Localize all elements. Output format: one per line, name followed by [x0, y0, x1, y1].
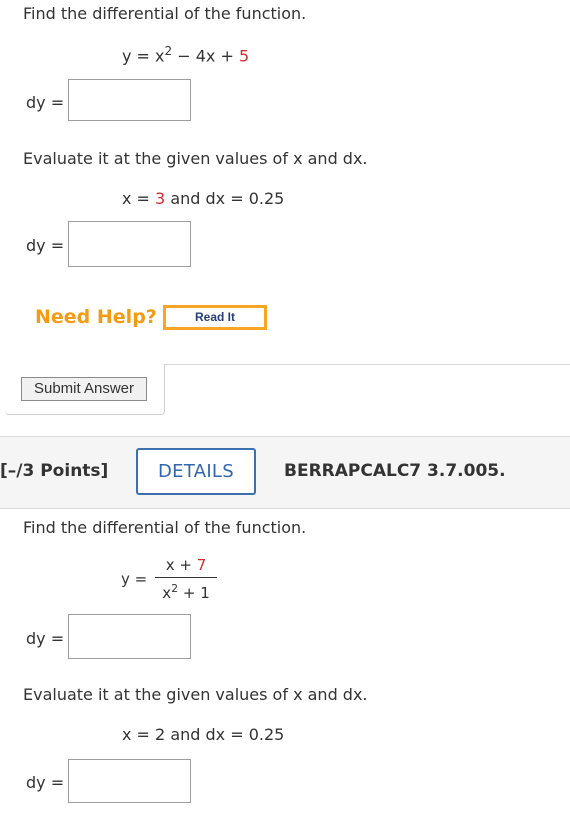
- given-values: x = 3 and dx = 0.25: [122, 189, 284, 208]
- denominator-base: x: [162, 584, 172, 602]
- equation-exponent: 2: [164, 44, 173, 58]
- points-label: [–/3 Points]: [0, 461, 109, 481]
- given-x-label: x =: [122, 189, 156, 208]
- read-it-button[interactable]: Read It: [163, 305, 267, 330]
- dy-answer-input[interactable]: [68, 614, 191, 659]
- question-prompt: Find the differential of the function.: [23, 4, 307, 23]
- dy-label: dy =: [26, 93, 65, 112]
- given-x-value: 3: [155, 189, 166, 208]
- evaluate-prompt: Evaluate it at the given values of x and…: [23, 685, 368, 704]
- equation-middle: − 4x +: [172, 46, 239, 66]
- fraction-numerator: x + 7: [155, 556, 217, 574]
- numerator-text: x +: [165, 556, 197, 574]
- equation-lhs: y = x: [122, 46, 165, 66]
- submit-answer-button[interactable]: Submit Answer: [21, 377, 147, 401]
- dy-label: dy =: [26, 773, 65, 792]
- numerator-constant: 7: [196, 556, 207, 574]
- question-prompt: Find the differential of the function.: [23, 518, 307, 537]
- fraction-bar: [155, 577, 217, 578]
- dy-label: dy =: [26, 629, 65, 648]
- dy-evaluated-input[interactable]: [68, 221, 191, 267]
- denominator-rest: + 1: [178, 584, 210, 602]
- need-help-label: Need Help?: [35, 306, 157, 328]
- dy-evaluated-input[interactable]: [68, 759, 191, 803]
- evaluate-prompt: Evaluate it at the given values of x and…: [23, 149, 368, 168]
- details-button[interactable]: DETAILS: [136, 448, 256, 495]
- dy-answer-input[interactable]: [68, 79, 191, 121]
- problem-code: BERRAPCALC7 3.7.005.: [284, 461, 506, 481]
- given-dx: and dx = 0.25: [165, 189, 285, 208]
- equation-constant: 5: [238, 46, 250, 66]
- equation-lhs: y =: [121, 570, 148, 588]
- function-equation: y = x2 − 4x + 5: [122, 44, 249, 65]
- read-it-label: Read It: [165, 307, 265, 328]
- given-values: x = 2 and dx = 0.25: [122, 725, 285, 744]
- dy-label: dy =: [26, 236, 65, 255]
- divider: [165, 364, 570, 365]
- fraction-denominator: x2 + 1: [155, 582, 217, 602]
